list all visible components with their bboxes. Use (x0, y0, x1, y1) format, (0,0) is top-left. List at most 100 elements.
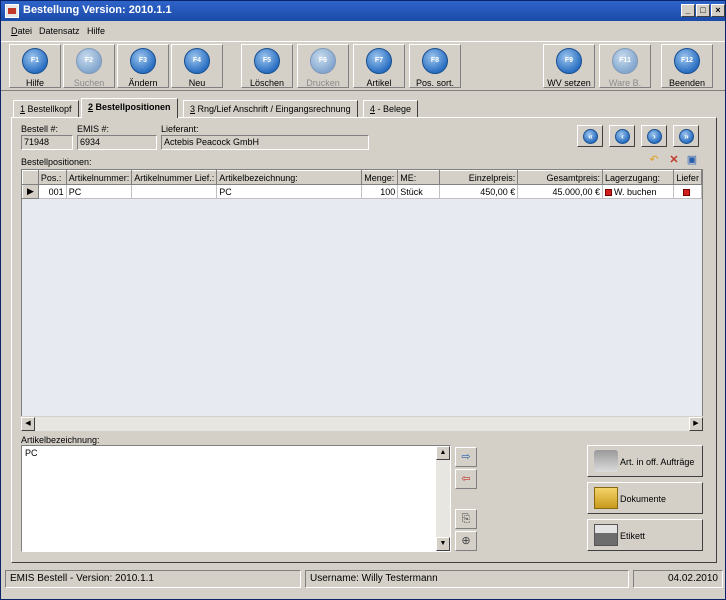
scroll-up-icon[interactable]: ▲ (436, 446, 450, 460)
col-einzelpreis[interactable]: Einzelpreis: (438, 170, 519, 185)
close-button[interactable]: × (711, 4, 725, 17)
bestell-field[interactable]: 71948 (21, 135, 73, 150)
nav-next-button[interactable]: › (641, 125, 667, 147)
article-desc-label: Artikelbezeichnung: (21, 435, 100, 445)
f8-sort-button[interactable]: F8 Pos. sort. (409, 44, 461, 88)
positions-grid[interactable]: Pos.: Artikelnummer: Artikelnummer Lief.… (21, 169, 703, 431)
status-bar: EMIS Bestell - Version: 2010.1.1 Usernam… (5, 570, 723, 588)
f11-goods-button[interactable]: F11 Ware B. (599, 44, 651, 88)
f9-label: WV setzen (547, 78, 591, 88)
tab-bestellkopf[interactable]: 1 Bestellkopf (13, 100, 79, 118)
col-artnr[interactable]: Artikelnummer: (65, 170, 133, 185)
tab-belege[interactable]: 4 - Belege (363, 100, 419, 118)
cell-artnr-lief[interactable] (131, 184, 218, 199)
cell-gesamtpreis[interactable]: 45.000,00 € (517, 184, 603, 199)
f12-icon: F12 (674, 48, 700, 74)
col-menge[interactable]: Menge: (361, 170, 399, 185)
nav-first-button[interactable]: « (577, 125, 603, 147)
textarea-scrollbar[interactable]: ▲ ▼ (436, 446, 450, 551)
function-key-toolbar: F1 Hilfe F2 Suchen F3 Ändern F4 Neu F5 L… (1, 41, 725, 91)
scroll-right-icon[interactable]: ▶ (689, 417, 703, 431)
bestell-label: Bestell #: (21, 124, 59, 134)
scroll-down-icon[interactable]: ▼ (436, 537, 450, 551)
documents-button[interactable]: Dokumente (587, 482, 703, 514)
f5-delete-button[interactable]: F5 Löschen (241, 44, 293, 88)
doc-forward-icon[interactable]: ⇨ (455, 447, 477, 467)
f9-wv-button[interactable]: F9 WV setzen (543, 44, 595, 88)
menu-datei[interactable]: Datei (11, 26, 32, 36)
cell-pos[interactable]: 001 (37, 184, 67, 199)
doc-back-icon[interactable]: ⇦ (455, 469, 477, 489)
f2-label: Suchen (73, 78, 105, 88)
f3-edit-button[interactable]: F3 Ändern (117, 44, 169, 88)
article-desc-text: PC (25, 448, 38, 458)
emis-label: EMIS #: (77, 124, 110, 134)
open-orders-button[interactable]: Art. in off. Aufträge (587, 445, 703, 477)
cell-artnr[interactable]: PC (65, 184, 133, 199)
col-gesamtpreis[interactable]: Gesamtpreis: (517, 170, 603, 185)
f5-icon: F5 (254, 48, 280, 74)
col-lagerzugang[interactable]: Lagerzugang: (601, 170, 675, 185)
f3-label: Ändern (128, 78, 158, 88)
tab-anschrift[interactable]: 3 Rng/Lief Anschrift / Eingangsrechnung (183, 100, 358, 118)
f8-icon: F8 (422, 48, 448, 74)
cell-bezeichnung[interactable]: PC (216, 184, 363, 199)
f7-article-button[interactable]: F7 Artikel (353, 44, 405, 88)
nav-prev-button[interactable]: ‹ (609, 125, 635, 147)
f6-label: Drucken (306, 78, 340, 88)
cell-liefer[interactable] (673, 184, 702, 199)
title-bar[interactable]: Bestellung Version: 2010.1.1 _ □ × (1, 1, 725, 21)
f9-icon: F9 (556, 48, 582, 74)
scroll-left-icon[interactable]: ◀ (21, 417, 35, 431)
f1-help-button[interactable]: F1 Hilfe (9, 44, 61, 88)
f6-icon: F6 (310, 48, 336, 74)
printer-icon (594, 524, 618, 546)
f4-new-button[interactable]: F4 Neu (171, 44, 223, 88)
f12-exit-button[interactable]: F12 Beenden (661, 44, 713, 88)
col-pos[interactable]: Pos.: (37, 170, 67, 185)
f5-label: Löschen (249, 78, 285, 88)
lieferant-label: Lieferant: (161, 124, 199, 134)
save-icon[interactable]: ▣ (685, 153, 699, 167)
last-record-icon: » (679, 129, 694, 144)
f12-label: Beenden (668, 78, 706, 88)
nav-last-button[interactable]: » (673, 125, 699, 147)
menu-datensatz[interactable]: Datensatz (39, 26, 80, 36)
minimize-button[interactable]: _ (681, 4, 695, 17)
cell-einzelpreis[interactable]: 450,00 € (438, 184, 519, 199)
cell-me[interactable]: Stück (397, 184, 440, 199)
status-dot-icon (604, 188, 612, 196)
emis-field[interactable]: 6934 (77, 135, 157, 150)
f6-print-button[interactable]: F6 Drucken (297, 44, 349, 88)
f4-label: Neu (188, 78, 206, 88)
f4-icon: F4 (184, 48, 210, 74)
row-indicator-header (22, 170, 39, 185)
tab-bestellpositionen[interactable]: 2 Bestellpositionen (81, 98, 178, 118)
lieferant-field[interactable]: Actebis Peacock GmbH (161, 135, 369, 150)
col-liefer[interactable]: Liefer (673, 170, 702, 185)
f11-label: Ware B. (608, 78, 642, 88)
maximize-button[interactable]: □ (696, 4, 710, 17)
cell-menge[interactable]: 100 (361, 184, 399, 199)
f11-icon: F11 (612, 48, 638, 74)
delete-row-icon[interactable]: ✕ (667, 153, 681, 167)
menu-hilfe[interactable]: Hilfe (87, 26, 105, 36)
article-desc-textarea[interactable]: PC ▲ ▼ (21, 445, 451, 552)
label-print-button[interactable]: Etikett (587, 519, 703, 551)
copy-icon[interactable]: ⎘ (455, 509, 477, 529)
table-row[interactable]: ▶ 001 PC PC 100 Stück 450,00 € 45.000,00… (22, 184, 702, 199)
undo-icon[interactable]: ↶ (647, 153, 661, 167)
grid-header-row: Pos.: Artikelnummer: Artikelnummer Lief.… (22, 170, 702, 185)
menu-bar: Datei Datensatz Hilfe (1, 22, 725, 40)
liefer-dot-icon (683, 188, 691, 196)
f2-search-button[interactable]: F2 Suchen (63, 44, 115, 88)
cell-lagerzugang[interactable]: W. buchen (601, 184, 675, 199)
grid-horizontal-scrollbar[interactable]: ◀ ▶ (21, 416, 703, 431)
col-me[interactable]: ME: (397, 170, 440, 185)
f7-icon: F7 (366, 48, 392, 74)
paste-icon[interactable]: ⊕ (455, 531, 477, 551)
prev-record-icon: ‹ (615, 129, 630, 144)
f3-icon: F3 (130, 48, 156, 74)
col-bezeichnung[interactable]: Artikelbezeichnung: (216, 170, 363, 185)
col-artnr-lief[interactable]: Artikelnummer Lief.: (131, 170, 218, 185)
